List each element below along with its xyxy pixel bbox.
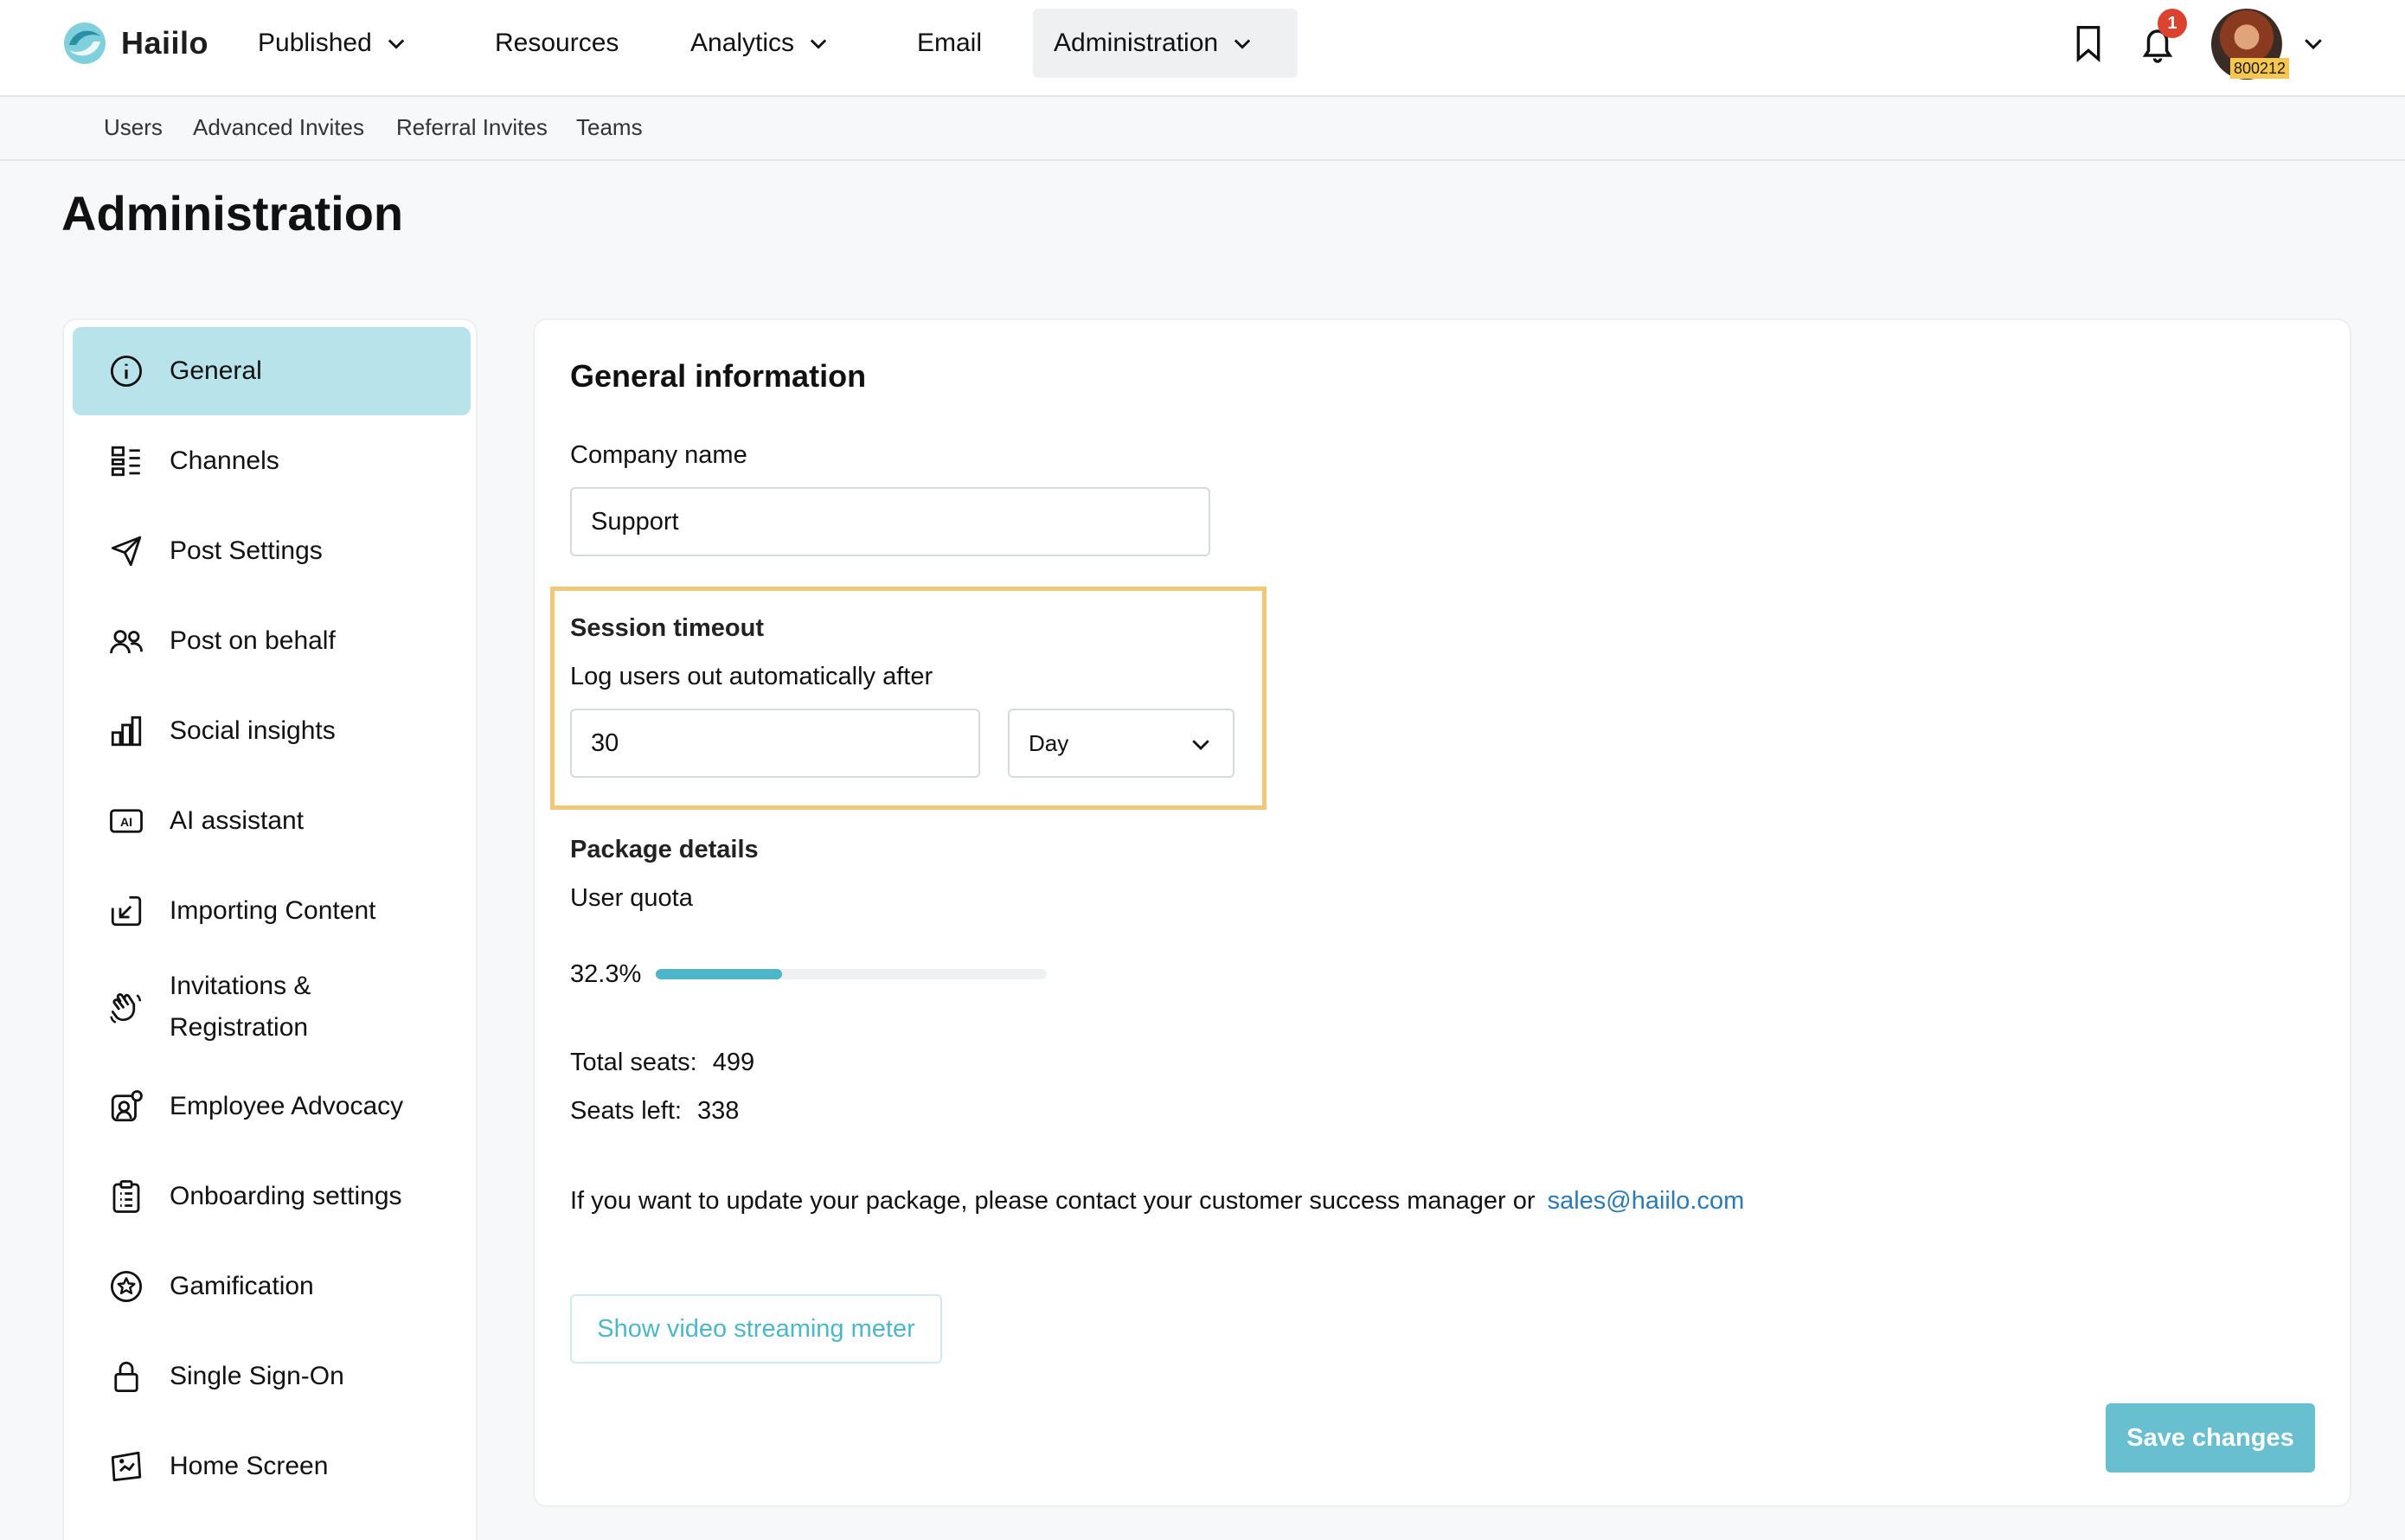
chevron-down-icon xyxy=(810,39,827,49)
general-settings-card: General information Company name Support… xyxy=(533,318,2351,1507)
sidebar-item-employee-advocacy[interactable]: Employee Advocacy xyxy=(73,1062,471,1151)
channels-icon xyxy=(107,442,145,480)
sidebar-item-gamification[interactable]: Gamification xyxy=(73,1242,471,1331)
sidebar-item-post-settings[interactable]: Post Settings xyxy=(73,507,471,595)
home-screen-icon xyxy=(107,1447,145,1485)
total-seats-label: Total seats: xyxy=(570,1049,697,1076)
session-timeout-description: Log users out automatically after xyxy=(570,663,933,690)
sidebar-item-label: General xyxy=(170,356,262,385)
nav-analytics-label: Analytics xyxy=(690,29,795,57)
sidebar-item-label: Post Settings xyxy=(170,536,323,565)
user-quota-percent: 32.3% xyxy=(570,960,642,988)
sales-email-link[interactable]: sales@haiilo.com xyxy=(1548,1187,1745,1215)
nav-administration-label: Administration xyxy=(1054,29,1219,57)
nav-published[interactable]: Published xyxy=(237,9,429,78)
nav-resources[interactable]: Resources xyxy=(474,9,639,78)
show-video-streaming-meter-button[interactable]: Show video streaming meter xyxy=(570,1294,942,1364)
svg-text:AI: AI xyxy=(120,815,132,829)
sidebar-item-label: Single Sign-On xyxy=(170,1362,344,1390)
subnav-referral-invites[interactable]: Referral Invites xyxy=(396,114,548,141)
sidebar-item-label: Importing Content xyxy=(170,896,376,925)
user-quota-label: User quota xyxy=(570,884,693,912)
chevron-down-icon xyxy=(1192,740,1209,750)
sidebar-item-single-sign-on[interactable]: Single Sign-On xyxy=(73,1332,471,1421)
session-timeout-heading: Session timeout xyxy=(570,614,764,642)
admin-subnav: Users Advanced Invites Referral Invites … xyxy=(0,97,2405,161)
waving-hand-icon xyxy=(107,990,145,1028)
sidebar-item-social-insights[interactable]: Social insights xyxy=(73,687,471,775)
nav-analytics[interactable]: Analytics xyxy=(670,9,851,78)
contact-message: If you want to update your package, plea… xyxy=(570,1187,1536,1215)
total-seats-value: 499 xyxy=(712,1049,755,1076)
user-quota-progress xyxy=(656,969,1047,979)
subnav-users[interactable]: Users xyxy=(104,114,163,141)
session-timeout-value: 30 xyxy=(591,728,619,757)
sidebar-item-channels[interactable]: Channels xyxy=(73,417,471,505)
save-changes-button[interactable]: Save changes xyxy=(2106,1403,2315,1473)
settings-sidebar: General Channels Post Settings Post on b… xyxy=(62,318,478,1540)
sidebar-item-label: Onboarding settings xyxy=(170,1182,402,1210)
sidebar-item-onboarding-settings[interactable]: Onboarding settings xyxy=(73,1152,471,1241)
chevron-down-icon xyxy=(1234,39,1251,49)
seats-left-value: 338 xyxy=(697,1097,740,1125)
brand-name: Haiilo xyxy=(121,25,209,61)
haiilo-logo-icon xyxy=(64,22,106,64)
top-navigation-bar: Haiilo Published Resources Analytics Ema… xyxy=(0,0,2405,97)
chevron-down-icon xyxy=(388,39,404,49)
section-heading: General information xyxy=(570,358,867,394)
nav-resources-label: Resources xyxy=(495,29,619,57)
lock-icon xyxy=(107,1357,145,1396)
subnav-teams[interactable]: Teams xyxy=(576,114,643,141)
package-details-heading: Package details xyxy=(570,836,759,863)
nav-published-label: Published xyxy=(258,29,372,57)
bookmark-icon[interactable] xyxy=(2066,21,2111,66)
sidebar-item-ai-assistant[interactable]: AI AI assistant xyxy=(73,777,471,865)
seats-left-row: Seats left: 338 xyxy=(570,1097,739,1126)
sidebar-item-label: AI assistant xyxy=(170,806,305,835)
sidebar-item-importing-content[interactable]: Importing Content xyxy=(73,867,471,955)
company-name-label: Company name xyxy=(570,441,747,469)
seats-left-label: Seats left: xyxy=(570,1097,682,1125)
avatar-tag: 800212 xyxy=(2230,58,2290,79)
company-name-input[interactable]: Support xyxy=(570,487,1210,556)
send-icon xyxy=(107,532,145,570)
sidebar-item-label: Social insights xyxy=(170,716,336,745)
session-timeout-unit-select[interactable]: Day xyxy=(1008,709,1235,778)
bar-chart-icon xyxy=(107,712,145,750)
chevron-down-icon[interactable] xyxy=(2291,21,2336,66)
sidebar-item-post-on-behalf[interactable]: Post on behalf xyxy=(73,597,471,685)
nav-administration[interactable]: Administration xyxy=(1033,9,1298,78)
ai-icon: AI xyxy=(107,802,145,840)
nav-email[interactable]: Email xyxy=(896,9,1003,78)
page-title: Administration xyxy=(61,186,404,241)
sidebar-item-label: Gamification xyxy=(170,1272,314,1300)
notification-badge: 1 xyxy=(2158,9,2187,38)
sidebar-item-invitations-registration[interactable]: Invitations & Registration xyxy=(73,957,471,1061)
total-seats-row: Total seats: 499 xyxy=(570,1049,754,1077)
sidebar-item-label: Post on behalf xyxy=(170,626,336,655)
sidebar-item-general[interactable]: General xyxy=(73,327,471,415)
sidebar-item-label: Home Screen xyxy=(170,1452,329,1480)
nav-email-label: Email xyxy=(917,29,983,57)
sidebar-item-label: Channels xyxy=(170,446,279,475)
sidebar-item-label: Employee Advocacy xyxy=(170,1092,404,1120)
sidebar-item-label: Invitations & xyxy=(170,972,311,1000)
user-quota-progress-fill xyxy=(656,969,782,979)
users-icon xyxy=(107,622,145,660)
package-contact-text: If you want to update your package, plea… xyxy=(570,1187,1744,1216)
clipboard-icon xyxy=(107,1177,145,1216)
subnav-advanced-invites[interactable]: Advanced Invites xyxy=(193,114,364,141)
star-badge-icon xyxy=(107,1267,145,1306)
session-timeout-value-input[interactable]: 30 xyxy=(570,709,980,778)
import-icon xyxy=(107,892,145,930)
brand-logo[interactable]: Haiilo xyxy=(61,19,208,67)
sidebar-item-home-screen[interactable]: Home Screen xyxy=(73,1422,471,1511)
session-timeout-unit: Day xyxy=(1029,729,1069,756)
info-icon xyxy=(107,352,145,390)
sidebar-item-label-line2: Registration xyxy=(170,1013,309,1042)
company-name-value: Support xyxy=(591,507,679,536)
advocacy-icon xyxy=(107,1088,145,1126)
